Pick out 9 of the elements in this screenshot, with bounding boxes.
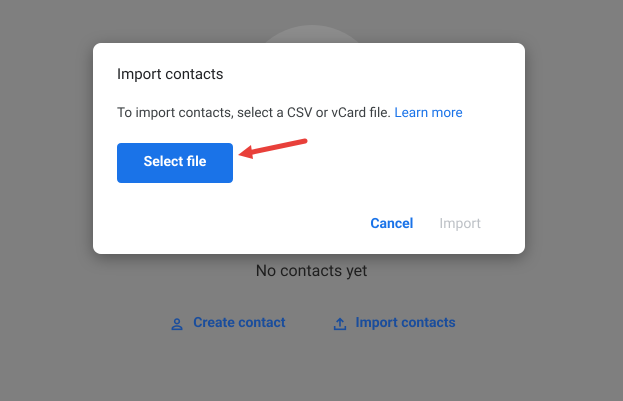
person-icon (169, 316, 186, 332)
dialog-title: Import contacts (117, 64, 225, 85)
learn-more-link[interactable]: Learn more (394, 104, 463, 120)
empty-message: No contacts yet (256, 260, 368, 282)
arrow-annotation (236, 137, 308, 161)
dialog-message: To import contacts, select a CSV or vCard file. Learn more (117, 104, 464, 122)
select-file-button[interactable]: Select file (117, 142, 233, 183)
upload-icon (332, 316, 348, 332)
dialog-button[interactable]: Cancel (360, 208, 424, 241)
